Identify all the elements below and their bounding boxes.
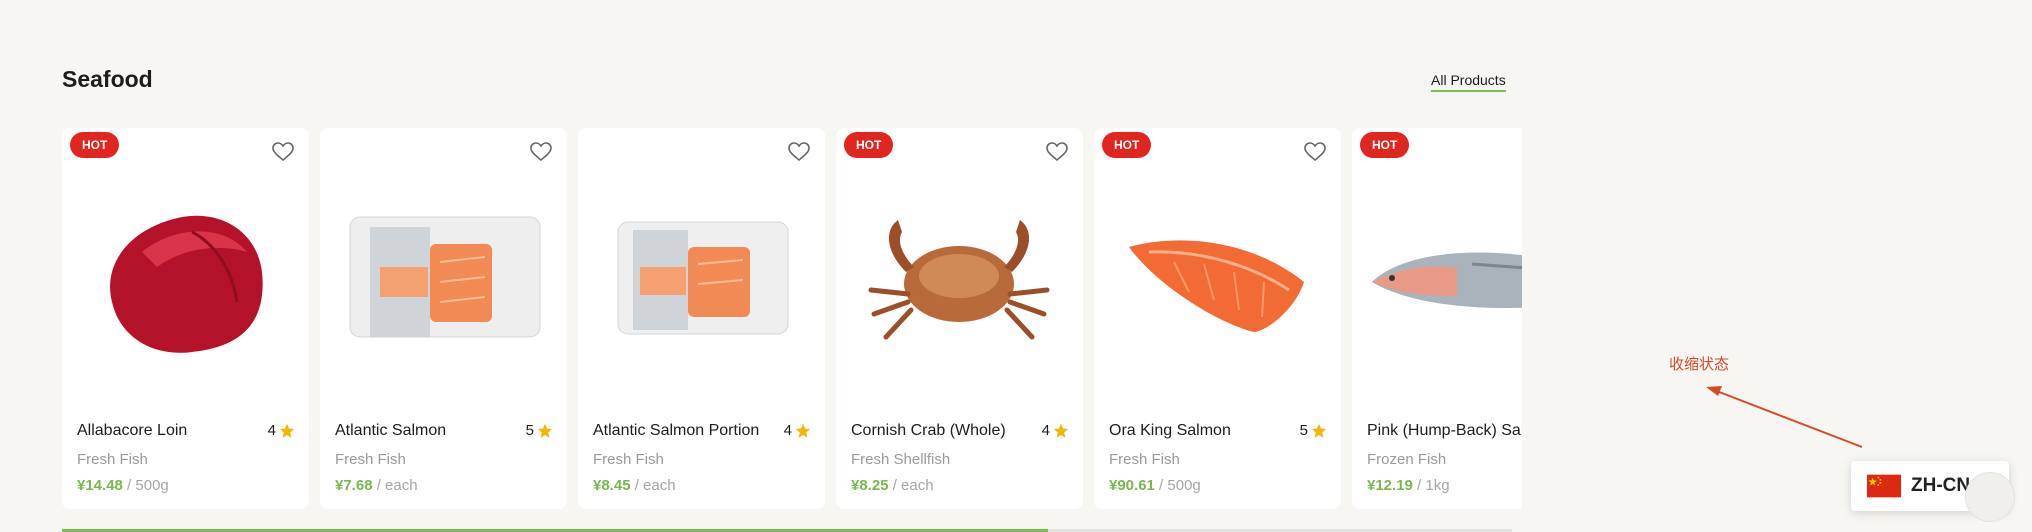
section-title: Seafood xyxy=(62,66,153,92)
rating-value: 4 xyxy=(267,422,276,439)
product-name[interactable]: Ora King Salmon xyxy=(1109,422,1231,440)
product-category: Fresh Fish xyxy=(335,451,406,468)
all-products-link[interactable]: All Products xyxy=(1431,72,1506,92)
crab-image[interactable] xyxy=(846,172,1073,382)
whole-fish-image[interactable] xyxy=(1362,172,1522,382)
hot-badge: HOT xyxy=(1102,132,1152,158)
product-category: Fresh Fish xyxy=(77,451,148,468)
product-rating: 5 xyxy=(1300,422,1327,439)
product-name[interactable]: Atlantic Salmon Portion xyxy=(593,422,759,440)
heart-icon[interactable] xyxy=(1045,140,1069,164)
product-card[interactable]: HOT Ora King Salmon 5 Fresh Fish ¥90.61 / 50… xyxy=(1094,128,1341,509)
product-card[interactable]: HOT Cornish Crab (Whole) 4 Fresh Shellfish ¥… xyxy=(836,128,1083,509)
product-unit: / each xyxy=(630,477,676,494)
rating-value: 4 xyxy=(783,422,792,439)
product-name[interactable]: Atlantic Salmon xyxy=(335,422,446,440)
product-price-line: ¥7.68 / each xyxy=(335,477,418,494)
product-unit: / each xyxy=(372,477,418,494)
star-icon xyxy=(279,423,295,438)
product-rating: 4 xyxy=(784,422,811,439)
hot-badge: HOT xyxy=(844,132,894,158)
product-unit: / each xyxy=(888,477,934,494)
product-unit: / 1kg xyxy=(1412,477,1450,494)
language-label: ZH-CN xyxy=(1911,475,1971,496)
salmon-pack-image[interactable] xyxy=(330,172,557,382)
product-price: ¥8.45 xyxy=(593,477,631,494)
product-name[interactable]: Allabacore Loin xyxy=(77,422,187,440)
hot-badge: HOT xyxy=(70,132,120,158)
salmon-portion-pack-image[interactable] xyxy=(588,172,815,382)
tuna-loin-image[interactable] xyxy=(72,172,299,382)
product-price-line: ¥90.61 / 500g xyxy=(1109,477,1201,494)
rating-value: 4 xyxy=(1041,422,1050,439)
salmon-fillet-image[interactable] xyxy=(1104,172,1331,382)
product-rating: 4 xyxy=(268,422,295,439)
product-price: ¥14.48 xyxy=(77,477,123,494)
hot-badge: HOT xyxy=(1360,132,1410,158)
product-category: Fresh Fish xyxy=(1109,451,1180,468)
heart-icon[interactable] xyxy=(787,140,811,164)
product-card[interactable]: HOT Pink (Hump-Back) Salmon Frozen Fish ¥12… xyxy=(1352,128,1522,509)
annotation-arrow-icon xyxy=(1706,386,1863,448)
product-card[interactable]: Atlantic Salmon 5 Fresh Fish ¥7.68 / each xyxy=(320,128,567,509)
rating-value: 5 xyxy=(525,422,534,439)
heart-icon[interactable] xyxy=(271,140,295,164)
product-carousel: HOT Allabacore Loin 4 Fresh Fish ¥14.48 / 50… xyxy=(62,128,1522,509)
product-card[interactable]: HOT Allabacore Loin 4 Fresh Fish ¥14.48 / 50… xyxy=(62,128,309,509)
product-name[interactable]: Pink (Hump-Back) Salmon xyxy=(1367,422,1522,440)
heart-icon[interactable] xyxy=(529,140,553,164)
product-category: Fresh Shellfish xyxy=(851,451,951,468)
product-price-line: ¥12.19 / 1kg xyxy=(1367,477,1450,494)
heart-icon[interactable] xyxy=(1303,140,1327,164)
product-category: Fresh Fish xyxy=(593,451,664,468)
product-price-line: ¥8.25 / each xyxy=(851,477,934,494)
star-icon xyxy=(1053,423,1069,438)
product-price: ¥12.19 xyxy=(1367,477,1413,494)
product-price: ¥90.61 xyxy=(1109,477,1155,494)
scroll-top-button[interactable] xyxy=(1965,472,2015,522)
product-unit: / 500g xyxy=(122,477,169,494)
product-price-line: ¥8.45 / each xyxy=(593,477,676,494)
page: Seafood All Products HOT Allabacore Loin 4… xyxy=(0,0,2032,532)
annotation-label: 收缩状态 xyxy=(1669,356,1730,373)
product-card[interactable]: Atlantic Salmon Portion 4 Fresh Fish ¥8.45 … xyxy=(578,128,825,509)
china-flag-icon xyxy=(1867,474,1901,498)
product-price: ¥8.25 xyxy=(851,477,889,494)
product-price-line: ¥14.48 / 500g xyxy=(77,477,169,494)
star-icon xyxy=(795,423,811,438)
star-icon xyxy=(537,423,553,438)
product-price: ¥7.68 xyxy=(335,477,373,494)
product-unit: / 500g xyxy=(1154,477,1201,494)
rating-value: 5 xyxy=(1299,422,1308,439)
product-category: Frozen Fish xyxy=(1367,451,1447,468)
star-icon xyxy=(1311,423,1327,438)
product-rating: 5 xyxy=(526,422,553,439)
product-rating: 4 xyxy=(1042,422,1069,439)
product-name[interactable]: Cornish Crab (Whole) xyxy=(851,422,1006,440)
